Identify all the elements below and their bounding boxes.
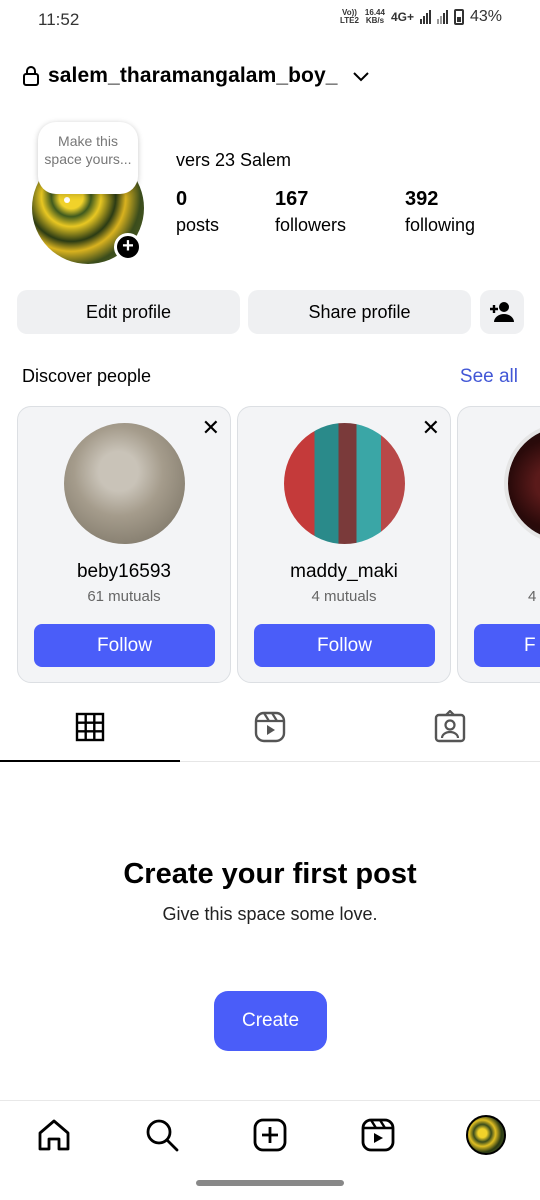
home-icon[interactable] bbox=[34, 1115, 74, 1155]
empty-state-subtitle: Give this space some love. bbox=[162, 904, 378, 924]
edit-profile-button[interactable]: Edit profile bbox=[17, 290, 240, 334]
suggestion-card[interactable]: ✕ beby16593 61 mutuals Follow bbox=[17, 406, 231, 683]
see-all-link[interactable]: See all bbox=[460, 366, 518, 388]
grid-icon[interactable] bbox=[73, 710, 107, 744]
suggestion-username[interactable]: maddy_maki bbox=[238, 561, 450, 583]
profile-avatar[interactable] bbox=[466, 1115, 506, 1155]
close-icon[interactable]: ✕ bbox=[422, 415, 440, 441]
suggestion-avatar[interactable] bbox=[64, 423, 185, 544]
search-icon[interactable] bbox=[142, 1115, 182, 1155]
lock-icon bbox=[23, 66, 39, 86]
suggestion-mutuals: 4 mutuals bbox=[311, 588, 377, 605]
suggestion-card[interactable]: ✕ maddy_maki 4 mutuals Follow bbox=[237, 406, 451, 683]
status-icons: Vo)) LTE2 16.44 KB/s 4G+ 43% bbox=[340, 8, 502, 26]
follow-button[interactable]: Follow bbox=[34, 624, 215, 667]
profile-tabs bbox=[0, 700, 540, 762]
volte-indicator: Vo)) LTE2 bbox=[339, 8, 359, 25]
note-bubble[interactable]: Make this space yours... bbox=[38, 122, 138, 194]
stat-followers[interactable]: 167 followers bbox=[275, 186, 346, 238]
suggestion-mutuals: 61 mutuals bbox=[87, 588, 161, 605]
reels-icon[interactable] bbox=[358, 1115, 398, 1155]
chevron-down-icon[interactable] bbox=[352, 70, 370, 82]
create-button[interactable]: Create bbox=[214, 991, 327, 1051]
stat-posts[interactable]: 0 posts bbox=[176, 186, 219, 238]
profile-header[interactable]: salem_tharamangalam_boy_ bbox=[22, 58, 370, 94]
add-person-icon bbox=[490, 302, 514, 322]
follow-button[interactable]: Follow bbox=[254, 624, 435, 667]
share-profile-button[interactable]: Share profile bbox=[248, 290, 471, 334]
discover-title: Discover people bbox=[22, 366, 152, 386]
battery-icon bbox=[453, 9, 464, 25]
close-icon[interactable]: ✕ bbox=[202, 415, 220, 441]
suggestion-username[interactable]: beby16593 bbox=[18, 561, 230, 583]
suggestion-card[interactable]: 4 F bbox=[457, 406, 540, 683]
suggestion-mutuals: 4 bbox=[528, 588, 537, 605]
active-tab-indicator bbox=[0, 760, 180, 762]
follow-button[interactable]: F bbox=[474, 624, 540, 667]
status-bar: 11:52 Vo)) LTE2 16.44 KB/s 4G+ 43% bbox=[0, 0, 540, 40]
status-time: 11:52 bbox=[38, 10, 80, 29]
reels-icon[interactable] bbox=[253, 710, 287, 744]
username: salem_tharamangalam_boy_ bbox=[48, 64, 338, 87]
home-indicator[interactable] bbox=[196, 1180, 344, 1186]
display-name: vers 23 Salem bbox=[176, 150, 292, 170]
battery-percent: 43% bbox=[469, 8, 502, 25]
stat-following[interactable]: 392 following bbox=[405, 186, 475, 238]
add-person-button[interactable] bbox=[480, 290, 524, 334]
suggestion-avatar[interactable] bbox=[504, 423, 540, 544]
note-dot bbox=[64, 197, 70, 203]
tagged-icon[interactable] bbox=[433, 710, 467, 744]
network-speed: 16.44 KB/s bbox=[364, 8, 385, 25]
empty-state-title: Create your first post bbox=[123, 858, 417, 890]
suggestion-avatar[interactable] bbox=[284, 423, 405, 544]
signal-icon bbox=[419, 10, 431, 24]
add-post-icon[interactable] bbox=[250, 1115, 290, 1155]
signal-icon bbox=[436, 10, 448, 24]
network-type: 4G+ bbox=[390, 10, 414, 24]
add-story-icon[interactable]: + bbox=[114, 233, 142, 261]
